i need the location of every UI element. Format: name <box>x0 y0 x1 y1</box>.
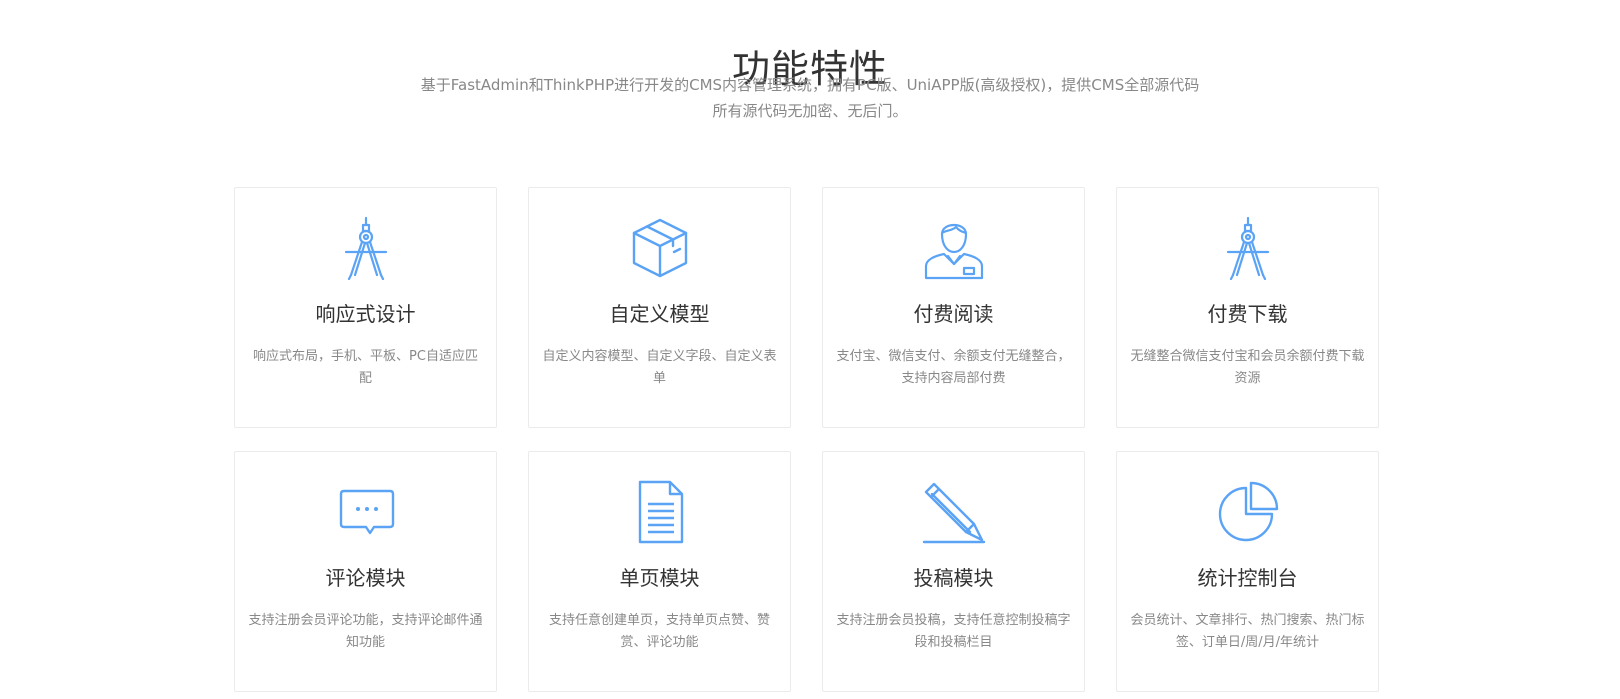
compass-icon <box>1216 216 1280 280</box>
feature-title: 自定义模型 <box>609 302 710 326</box>
feature-card-submission[interactable]: 投稿模块 支持注册会员投稿，支持任意控制投稿字段和投稿栏目 <box>822 451 1085 692</box>
feature-grid: 响应式设计 响应式布局，手机、平板、PC自适应匹配 自定义模型 自定义内容模型、… <box>234 187 1384 692</box>
feature-description: 无缝整合微信支付宝和会员余额付费下载资源 <box>1130 349 1365 386</box>
document-icon <box>628 480 692 544</box>
feature-description: 会员统计、文章排行、热门搜索、热门标签、订单日/周/月/年统计 <box>1130 613 1365 650</box>
feature-card-paid-reading[interactable]: 付费阅读 支付宝、微信支付、余额支付无缝整合，支持内容局部付费 <box>822 187 1085 428</box>
feature-card-single-page[interactable]: 单页模块 支持任意创建单页，支持单页点赞、赞赏、评论功能 <box>528 451 791 692</box>
feature-title: 响应式设计 <box>315 302 416 326</box>
section-description: 基于FastAdmin和ThinkPHP进行开发的CMS内容管理系统，拥有PC版… <box>0 72 1620 124</box>
compass-icon <box>334 216 398 280</box>
pencil-icon <box>922 480 986 544</box>
pie-chart-icon <box>1216 480 1280 544</box>
feature-title: 投稿模块 <box>913 566 994 590</box>
feature-title: 付费阅读 <box>913 302 994 326</box>
feature-description: 支持任意创建单页，支持单页点赞、赞赏、评论功能 <box>548 613 770 650</box>
feature-title: 单页模块 <box>619 566 700 590</box>
feature-card-custom-model[interactable]: 自定义模型 自定义内容模型、自定义字段、自定义表单 <box>528 187 791 428</box>
feature-title: 付费下载 <box>1207 302 1288 326</box>
feature-title: 评论模块 <box>325 566 406 590</box>
chat-icon <box>334 480 398 544</box>
description-line-2: 所有源代码无加密、无后门。 <box>712 102 908 120</box>
feature-description: 响应式布局，手机、平板、PC自适应匹配 <box>253 349 478 386</box>
feature-title: 统计控制台 <box>1197 566 1298 590</box>
feature-card-comments[interactable]: 评论模块 支持注册会员评论功能，支持评论邮件通知功能 <box>234 451 497 692</box>
user-icon <box>922 216 986 280</box>
feature-description: 自定义内容模型、自定义字段、自定义表单 <box>542 349 777 386</box>
feature-description: 支持注册会员投稿，支持任意控制投稿字段和投稿栏目 <box>836 613 1071 650</box>
feature-card-statistics[interactable]: 统计控制台 会员统计、文章排行、热门搜索、热门标签、订单日/周/月/年统计 <box>1116 451 1379 692</box>
description-line-1: 基于FastAdmin和ThinkPHP进行开发的CMS内容管理系统，拥有PC版… <box>420 76 1200 94</box>
feature-card-paid-download[interactable]: 付费下载 无缝整合微信支付宝和会员余额付费下载资源 <box>1116 187 1379 428</box>
feature-card-responsive[interactable]: 响应式设计 响应式布局，手机、平板、PC自适应匹配 <box>234 187 497 428</box>
box-icon <box>628 216 692 280</box>
feature-description: 支付宝、微信支付、余额支付无缝整合，支持内容局部付费 <box>836 349 1071 386</box>
feature-description: 支持注册会员评论功能，支持评论邮件通知功能 <box>248 613 483 650</box>
